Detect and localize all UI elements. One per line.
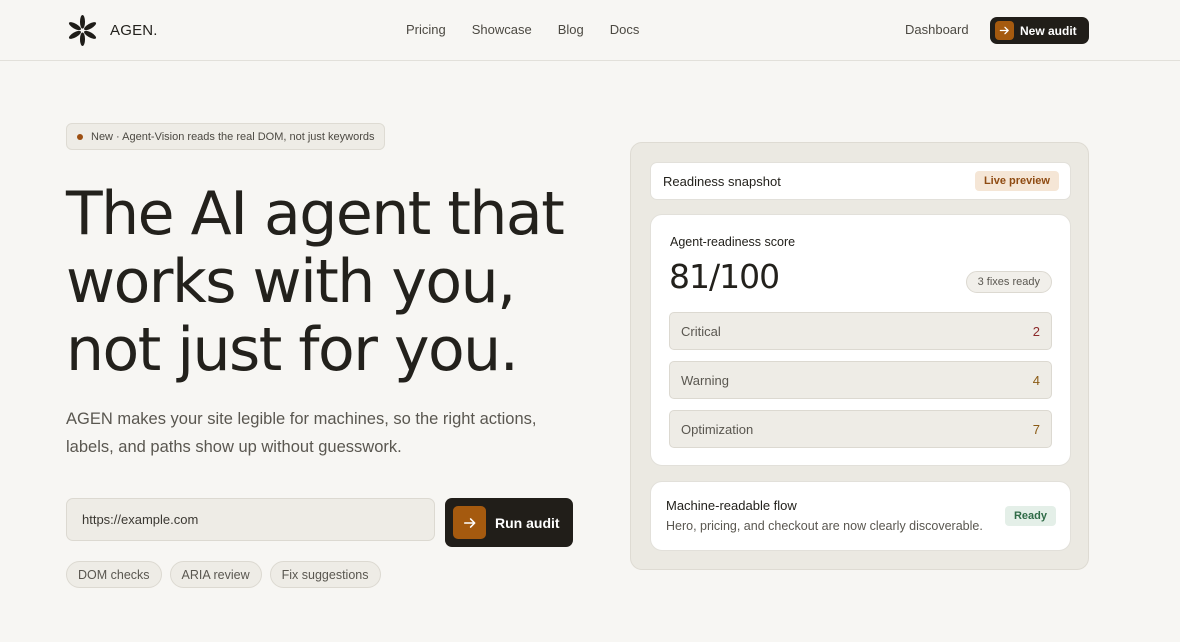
readiness-panel: Readiness snapshot Live preview Agent-re… [630,142,1089,570]
live-preview-badge: Live preview [974,171,1059,191]
issue-row-optimization[interactable]: Optimization 7 [669,410,1052,448]
fixes-badge: 3 fixes ready [965,271,1052,293]
chip-fix-suggestions[interactable]: Fix suggestions [269,561,381,588]
snapshot-header: Readiness snapshot Live preview [650,162,1071,200]
brand-name: AGEN. [110,22,158,39]
score-card: Agent-readiness score 81/100 3 fixes rea… [650,214,1071,466]
run-audit-label: Run audit [495,514,560,531]
main-nav: Pricing Showcase Blog Docs [406,22,665,37]
issue-row-critical[interactable]: Critical 2 [669,312,1052,350]
issue-label: Optimization [681,421,754,437]
flow-title: Machine-readable flow [666,498,797,513]
run-audit-button[interactable]: Run audit [445,498,573,547]
nav-link-pricing[interactable]: Pricing [406,22,446,37]
hero-title-line: works with you, [66,247,516,317]
feature-chips: DOM checks ARIA review Fix suggestions [66,561,381,588]
nav-link-docs[interactable]: Docs [610,22,640,37]
nav-link-showcase[interactable]: Showcase [472,22,532,37]
announcement-pill[interactable]: New · Agent-Vision reads the real DOM, n… [66,123,386,150]
hero-title-line: The AI agent that [66,179,565,249]
chip-aria-review[interactable]: ARIA review [169,561,262,588]
snapshot-title: Readiness snapshot [663,173,781,189]
issue-label: Warning [681,372,729,388]
new-audit-label: New audit [1020,23,1077,38]
issue-row-warning[interactable]: Warning 4 [669,361,1052,399]
nav-link-blog[interactable]: Blog [558,22,584,37]
issue-count: 7 [1032,421,1040,437]
asterisk-logo-icon [68,15,97,46]
issue-count: 4 [1032,372,1040,388]
hero-title-line: not just for you. [66,315,519,385]
ready-badge: Ready [1004,506,1056,526]
brand-logo[interactable]: AGEN. [67,15,158,46]
hero-description: AGEN makes your site legible for machine… [66,410,537,456]
arrow-right-icon [995,21,1014,40]
issue-label: Critical [681,323,721,339]
dashboard-link[interactable]: Dashboard [905,22,969,37]
issue-count: 2 [1032,323,1040,339]
score-label: Agent-readiness score [670,235,796,249]
arrow-right-icon [453,506,486,539]
score-value: 81/100 [669,257,780,296]
announcement-text: New · Agent-Vision reads the real DOM, n… [91,130,375,143]
flow-card: Machine-readable flow Hero, pricing, and… [650,481,1071,551]
status-dot-icon [77,133,83,140]
hero-title: The AI agent that works with you, not ju… [66,180,626,384]
flow-description: Hero, pricing, and checkout are now clea… [666,519,983,533]
chip-dom-checks[interactable]: DOM checks [66,561,162,588]
site-header: AGEN. Pricing Showcase Blog Docs Dashboa… [0,0,1180,61]
url-input[interactable] [66,498,435,541]
new-audit-button[interactable]: New audit [990,17,1089,44]
